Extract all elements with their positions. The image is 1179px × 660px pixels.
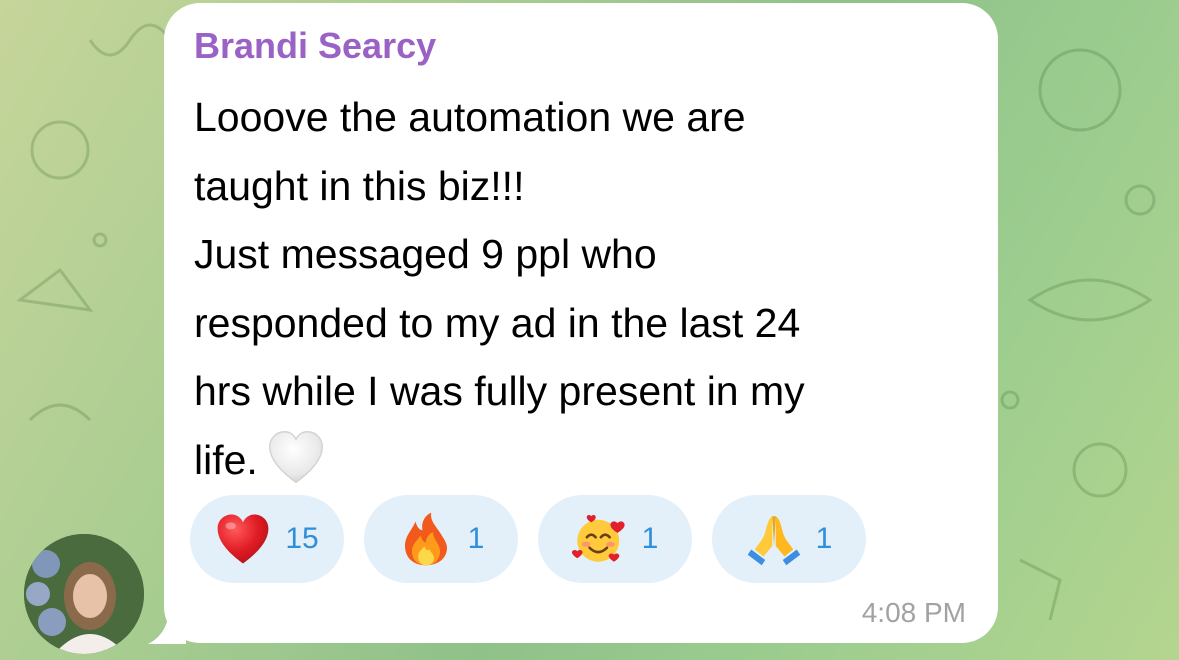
- fire-icon: [404, 512, 447, 566]
- reactions-bar: 15 1 1 1: [190, 495, 866, 583]
- reaction-folded-hands[interactable]: 1: [712, 495, 866, 583]
- user-avatar-icon: [24, 534, 144, 654]
- message-line: hrs while I was fully present in my: [194, 368, 805, 414]
- message-bubble[interactable]: Brandi Searcy Looove the automation we a…: [164, 3, 998, 643]
- smiling-face-with-hearts-icon: [571, 514, 625, 562]
- white-heart-icon: [268, 430, 323, 483]
- reaction-smiling-face-with-hearts[interactable]: 1: [538, 495, 692, 583]
- reaction-count: 1: [467, 522, 485, 555]
- message-timestamp: 4:08 PM: [861, 597, 966, 628]
- reaction-count: 1: [641, 522, 659, 555]
- message-last-line: life.: [194, 426, 974, 495]
- message-line: Just messaged 9 ppl who: [194, 231, 657, 277]
- message-text: Looove the automation we are taught in t…: [194, 83, 974, 494]
- red-heart-icon: [217, 514, 269, 564]
- avatar[interactable]: [24, 534, 144, 654]
- reaction-red-heart[interactable]: 15: [190, 495, 344, 583]
- message-line: Looove the automation we are: [194, 94, 746, 140]
- reaction-count: 1: [815, 522, 833, 555]
- reaction-fire[interactable]: 1: [364, 495, 518, 583]
- folded-hands-icon: [747, 516, 800, 566]
- message-line: life.: [194, 436, 258, 483]
- sender-name[interactable]: Brandi Searcy: [194, 23, 968, 69]
- message-line: responded to my ad in the last 24: [194, 299, 801, 346]
- reaction-count: 15: [285, 522, 319, 555]
- message-line: taught in this biz!!!: [194, 162, 525, 209]
